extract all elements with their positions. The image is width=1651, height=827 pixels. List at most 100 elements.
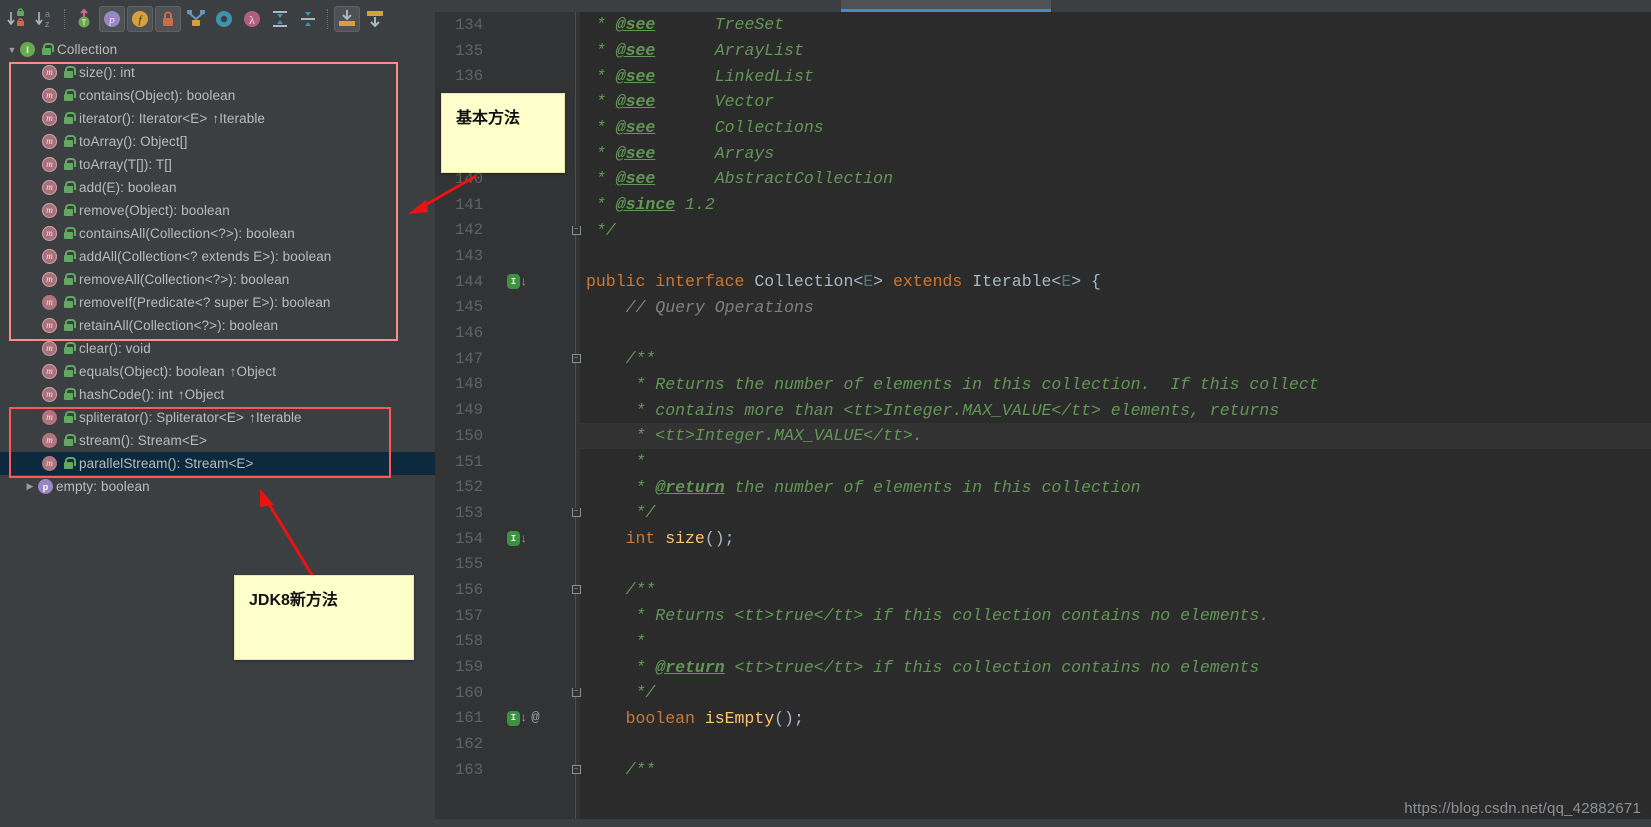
tree-item-member[interactable]: mspliterator(): Spliterator<E>↑Iterable bbox=[0, 406, 435, 429]
tree-item-member[interactable]: mtoArray(T[]): T[] bbox=[0, 153, 435, 176]
code-text[interactable]: * @see TreeSet * @see ArrayList * @see L… bbox=[580, 12, 1651, 827]
gutter-line[interactable]: 143 bbox=[435, 243, 580, 269]
gutter-line[interactable]: 142− bbox=[435, 218, 580, 244]
tab-inactive-3[interactable] bbox=[691, 0, 841, 12]
tree-item-member[interactable]: mremoveIf(Predicate<? super E>): boolean bbox=[0, 291, 435, 314]
override-marker-icon[interactable]: @ bbox=[531, 710, 539, 726]
gutter-line[interactable]: 136 bbox=[435, 63, 580, 89]
code-line[interactable]: * <tt>Integer.MAX_VALUE</tt>. bbox=[580, 423, 1651, 449]
gutter-line[interactable]: 141 bbox=[435, 192, 580, 218]
implementation-marker-icon[interactable]: I↓ bbox=[507, 274, 527, 289]
tree-item-member[interactable]: mretainAll(Collection<?>): boolean bbox=[0, 314, 435, 337]
code-line[interactable]: /** bbox=[580, 757, 1651, 783]
tab-inactive-4[interactable] bbox=[1051, 0, 1211, 12]
code-line[interactable]: * @see TreeSet bbox=[580, 12, 1651, 38]
code-line[interactable]: * contains more than <tt>Integer.MAX_VAL… bbox=[580, 397, 1651, 423]
tree-item-member[interactable]: miterator(): Iterator<E>↑Iterable bbox=[0, 107, 435, 130]
code-line[interactable]: * @since 1.2 bbox=[580, 192, 1651, 218]
gutter-line[interactable]: 157 bbox=[435, 603, 580, 629]
code-line[interactable] bbox=[580, 731, 1651, 757]
show-anonymous-classes-icon[interactable] bbox=[211, 6, 237, 32]
code-line[interactable]: * bbox=[580, 449, 1651, 475]
code-line[interactable]: */ bbox=[580, 680, 1651, 706]
gutter-line[interactable]: 145 bbox=[435, 295, 580, 321]
gutter-line[interactable]: 150 bbox=[435, 423, 580, 449]
code-line[interactable]: // Query Operations bbox=[580, 295, 1651, 321]
code-line[interactable]: * Returns the number of elements in this… bbox=[580, 372, 1651, 398]
gutter-line[interactable]: 162 bbox=[435, 731, 580, 757]
code-line[interactable]: * @see LinkedList bbox=[580, 63, 1651, 89]
autoscroll-to-source-icon[interactable] bbox=[334, 6, 360, 32]
tree-item-member[interactable]: msize(): int bbox=[0, 61, 435, 84]
collapse-all-icon[interactable] bbox=[295, 6, 321, 32]
gutter-line[interactable]: 147− bbox=[435, 346, 580, 372]
code-line[interactable]: int size(); bbox=[580, 526, 1651, 552]
code-line[interactable] bbox=[580, 243, 1651, 269]
implementation-marker-icon[interactable]: I↓@ bbox=[507, 710, 540, 726]
gutter-line[interactable]: 151 bbox=[435, 449, 580, 475]
tab-inactive-2[interactable] bbox=[541, 0, 691, 12]
code-line[interactable]: * @see Collections bbox=[580, 115, 1651, 141]
tree-item-empty-property[interactable]: ▶ p empty: boolean bbox=[0, 475, 435, 498]
tree-item-member[interactable]: mcontainsAll(Collection<?>): boolean bbox=[0, 222, 435, 245]
code-line[interactable]: * @return <tt>true</tt> if this collecti… bbox=[580, 654, 1651, 680]
tree-root-collection[interactable]: ▼ I Collection bbox=[0, 38, 435, 61]
gutter-line[interactable]: 158 bbox=[435, 629, 580, 655]
gutter-line[interactable]: 161I↓@ bbox=[435, 706, 580, 732]
tree-item-member[interactable]: mremoveAll(Collection<?>): boolean bbox=[0, 268, 435, 291]
gutter-line[interactable]: 160− bbox=[435, 680, 580, 706]
show-fields-icon[interactable]: f bbox=[127, 6, 153, 32]
show-non-public-icon[interactable] bbox=[155, 6, 181, 32]
tree-item-member[interactable]: madd(E): boolean bbox=[0, 176, 435, 199]
sort-alphabetically-icon[interactable]: a z bbox=[32, 6, 58, 32]
gutter-line[interactable]: 153− bbox=[435, 500, 580, 526]
show-inherited-icon[interactable]: T bbox=[71, 6, 97, 32]
tree-item-member[interactable]: mremove(Object): boolean bbox=[0, 199, 435, 222]
code-line[interactable] bbox=[580, 551, 1651, 577]
gutter-line[interactable]: 152 bbox=[435, 474, 580, 500]
code-line[interactable]: public interface Collection<E> extends I… bbox=[580, 269, 1651, 295]
tree-item-member[interactable]: mclear(): void bbox=[0, 337, 435, 360]
tree-item-member[interactable]: mhashCode(): int↑Object bbox=[0, 383, 435, 406]
code-line[interactable]: * bbox=[580, 629, 1651, 655]
group-methods-icon[interactable] bbox=[183, 6, 209, 32]
tree-item-member[interactable]: mcontains(Object): boolean bbox=[0, 84, 435, 107]
code-line[interactable]: boolean isEmpty(); bbox=[580, 706, 1651, 732]
gutter-line[interactable]: 149 bbox=[435, 397, 580, 423]
code-line[interactable]: * @see ArrayList bbox=[580, 38, 1651, 64]
code-line[interactable] bbox=[580, 320, 1651, 346]
gutter-line[interactable]: 159 bbox=[435, 654, 580, 680]
code-line[interactable]: /** bbox=[580, 577, 1651, 603]
chevron-down-icon[interactable]: ▼ bbox=[4, 45, 20, 55]
gutter-line[interactable]: 156− bbox=[435, 577, 580, 603]
gutter-line[interactable]: 144I↓ bbox=[435, 269, 580, 295]
tree-item-member[interactable]: mparallelStream(): Stream<E> bbox=[0, 452, 435, 475]
gutter-line[interactable]: 146 bbox=[435, 320, 580, 346]
sort-by-visibility-icon[interactable] bbox=[4, 6, 30, 32]
code-line[interactable]: */ bbox=[580, 218, 1651, 244]
tree-item-member[interactable]: mstream(): Stream<E> bbox=[0, 429, 435, 452]
code-viewport[interactable]: 134135136137138139140141142−143144I↓1451… bbox=[435, 12, 1651, 827]
gutter-line[interactable]: 134 bbox=[435, 12, 580, 38]
expand-all-icon[interactable] bbox=[267, 6, 293, 32]
gutter-line[interactable]: 135 bbox=[435, 38, 580, 64]
code-line[interactable]: * @see Vector bbox=[580, 89, 1651, 115]
code-line[interactable]: * @see Arrays bbox=[580, 140, 1651, 166]
code-line[interactable]: * @return the number of elements in this… bbox=[580, 474, 1651, 500]
code-line[interactable]: /** bbox=[580, 346, 1651, 372]
show-properties-icon[interactable]: p bbox=[99, 6, 125, 32]
show-lambdas-icon[interactable]: λ bbox=[239, 6, 265, 32]
code-line[interactable]: * @see AbstractCollection bbox=[580, 166, 1651, 192]
editor-tab-strip[interactable] bbox=[435, 0, 1651, 12]
tab-active-collection[interactable] bbox=[841, 0, 1051, 12]
tab-inactive-1[interactable] bbox=[435, 0, 541, 12]
autoscroll-from-source-icon[interactable] bbox=[362, 6, 388, 32]
tree-item-member[interactable]: mtoArray(): Object[] bbox=[0, 130, 435, 153]
structure-tree[interactable]: ▼ I Collection msize(): intmcontains(Obj… bbox=[0, 38, 435, 827]
gutter-line[interactable]: 155 bbox=[435, 551, 580, 577]
gutter-line[interactable]: 154I↓ bbox=[435, 526, 580, 552]
gutter-line[interactable]: 148 bbox=[435, 372, 580, 398]
chevron-right-icon[interactable]: ▶ bbox=[22, 481, 38, 492]
gutter-line[interactable]: 163− bbox=[435, 757, 580, 783]
tree-item-member[interactable]: mequals(Object): boolean↑Object bbox=[0, 360, 435, 383]
